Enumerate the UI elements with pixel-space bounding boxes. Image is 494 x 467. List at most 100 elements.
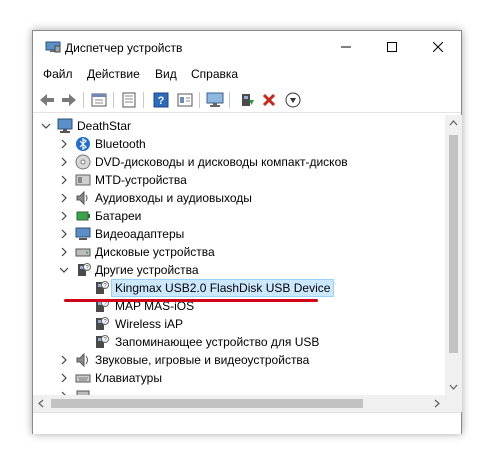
- toolbar-separator: [143, 92, 144, 108]
- chevron-down-icon[interactable]: [59, 265, 69, 275]
- status-bar: [33, 412, 461, 434]
- chevron-right-icon[interactable]: [59, 157, 69, 167]
- forward-icon: [62, 94, 76, 106]
- disc-drive-icon: [75, 154, 91, 170]
- back-button[interactable]: [37, 90, 57, 110]
- highlight-underline: [64, 299, 318, 302]
- show-hide-button[interactable]: [119, 90, 139, 110]
- scroll-left-icon[interactable]: [38, 399, 44, 408]
- back-icon: [40, 94, 54, 106]
- tree-label-bluetooth: Bluetooth: [95, 137, 146, 151]
- window-title: Диспетчер устройств: [65, 41, 183, 55]
- tree-node-other[interactable]: ? Другие устройства: [33, 261, 443, 279]
- toolbar: ?: [33, 87, 461, 113]
- computer-icon: [57, 118, 73, 133]
- menu-view[interactable]: Вид: [155, 67, 177, 81]
- tree-node-kingmax[interactable]: ? Kingmax USB2.0 FlashDisk USB Device: [33, 279, 443, 297]
- chevron-right-icon[interactable]: [59, 247, 69, 257]
- horizontal-scroll-thumb[interactable]: [51, 399, 363, 408]
- tree-label-disks: Дисковые устройства: [95, 245, 215, 259]
- vertical-scroll-thumb[interactable]: [449, 135, 458, 353]
- device-manager-window: Диспетчер устройств Файл Действие Вид Сп…: [32, 30, 462, 434]
- tree-node-dvd[interactable]: DVD-дисководы и дисководы компакт-дисков: [33, 153, 443, 171]
- chevron-right-icon[interactable]: [59, 193, 69, 203]
- tree-node-bluetooth[interactable]: Bluetooth: [33, 135, 443, 153]
- bluetooth-icon: [76, 137, 90, 151]
- minimize-icon: [341, 46, 351, 48]
- unknown-device-icon: ?: [96, 335, 109, 348]
- toolbar-separator: [199, 92, 200, 108]
- horizontal-scrollbar[interactable]: [33, 395, 445, 412]
- device-icon: [76, 390, 90, 395]
- tree-node-batteries[interactable]: Батареи: [33, 207, 443, 225]
- close-button[interactable]: [415, 31, 461, 63]
- tree-label-other: Другие устройства: [95, 263, 199, 277]
- tree-label-keyboards: Клавиатуры: [95, 371, 162, 385]
- tree-label-wireless: Wireless iAP: [115, 317, 184, 331]
- driver-icon: [177, 93, 193, 107]
- tree-label-sound: Звуковые, игровые и видеоустройства: [95, 353, 310, 367]
- scroll-down-icon[interactable]: [449, 384, 458, 390]
- driver-button[interactable]: [175, 90, 195, 110]
- tree-node-keyboards[interactable]: Клавиатуры: [33, 369, 443, 387]
- chevron-right-icon[interactable]: [59, 211, 69, 221]
- speaker-icon: [76, 190, 88, 206]
- tree-label-usb-storage: Запоминающее устройство для USB: [115, 335, 320, 349]
- tree-label-video: Видеоадаптеры: [95, 227, 185, 241]
- help-button[interactable]: ?: [151, 90, 171, 110]
- vertical-scrollbar[interactable]: [445, 115, 462, 395]
- properties-button[interactable]: [89, 90, 109, 110]
- toolbar-separator: [113, 92, 114, 108]
- sound-device-icon: [76, 352, 88, 368]
- menu-file[interactable]: Файл: [43, 67, 73, 81]
- maximize-button[interactable]: [369, 31, 415, 63]
- close-icon: [433, 42, 443, 52]
- tree-label-audio-io: Аудиовходы и аудиовыходы: [95, 191, 252, 205]
- maximize-icon: [387, 42, 397, 52]
- forward-button[interactable]: [59, 90, 79, 110]
- minimize-button[interactable]: [323, 31, 369, 63]
- device-manager-icon: [45, 41, 61, 53]
- tree-node-usb-storage[interactable]: ? Запоминающее устройство для USB: [33, 333, 443, 351]
- help-icon: ?: [153, 92, 169, 108]
- tree-node-sound[interactable]: Звуковые, игровые и видеоустройства: [33, 351, 443, 369]
- tree-label-dvd: DVD-дисководы и дисководы компакт-дисков: [95, 155, 348, 169]
- tree-node-partial[interactable]: [33, 387, 443, 395]
- tree-label-batteries: Батареи: [95, 209, 142, 223]
- chevron-down-icon[interactable]: [41, 121, 51, 131]
- keyboard-icon: [75, 374, 91, 383]
- chevron-right-icon[interactable]: [59, 175, 69, 185]
- menu-help[interactable]: Справка: [191, 67, 238, 81]
- tree-label-kingmax: Kingmax USB2.0 FlashDisk USB Device: [111, 279, 335, 297]
- tree-node-root[interactable]: DeathStar: [33, 117, 443, 135]
- show-hide-icon: [122, 92, 136, 108]
- chevron-right-icon[interactable]: [59, 229, 69, 239]
- scroll-up-icon[interactable]: [449, 120, 458, 126]
- unknown-device-icon: ?: [78, 263, 91, 276]
- tree-node-disks[interactable]: Дисковые устройства: [33, 243, 443, 261]
- tree-label-mtd: MTD-устройства: [95, 173, 187, 187]
- memory-device-icon: [75, 174, 91, 186]
- tree-node-audio-io[interactable]: Аудиовходы и аудиовыходы: [33, 189, 443, 207]
- uninstall-icon: [262, 93, 276, 107]
- uninstall-button[interactable]: [259, 90, 279, 110]
- tree-node-mtd[interactable]: MTD-устройства: [33, 171, 443, 189]
- chevron-right-icon[interactable]: [59, 139, 69, 149]
- scan-monitor-icon: [206, 92, 224, 107]
- enable-device-button[interactable]: [283, 90, 303, 110]
- display-adapter-icon: [75, 227, 91, 240]
- download-icon: [285, 92, 301, 108]
- menu-action[interactable]: Действие: [87, 67, 140, 81]
- tree-node-video[interactable]: Видеоадаптеры: [33, 225, 443, 243]
- chevron-right-icon[interactable]: [59, 355, 69, 365]
- update-driver-button[interactable]: [237, 90, 257, 110]
- tree-label-root: DeathStar: [77, 119, 132, 133]
- tree-node-wireless[interactable]: ? Wireless iAP: [33, 315, 443, 333]
- scan-button[interactable]: [205, 90, 225, 110]
- device-tree: DeathStar Bluetooth DVD-дисководы и диск…: [33, 115, 445, 395]
- battery-icon: [76, 211, 90, 221]
- unknown-device-icon: ?: [96, 281, 109, 294]
- update-driver-icon: [242, 94, 254, 106]
- scroll-right-icon[interactable]: [434, 399, 440, 408]
- chevron-right-icon[interactable]: [59, 373, 69, 383]
